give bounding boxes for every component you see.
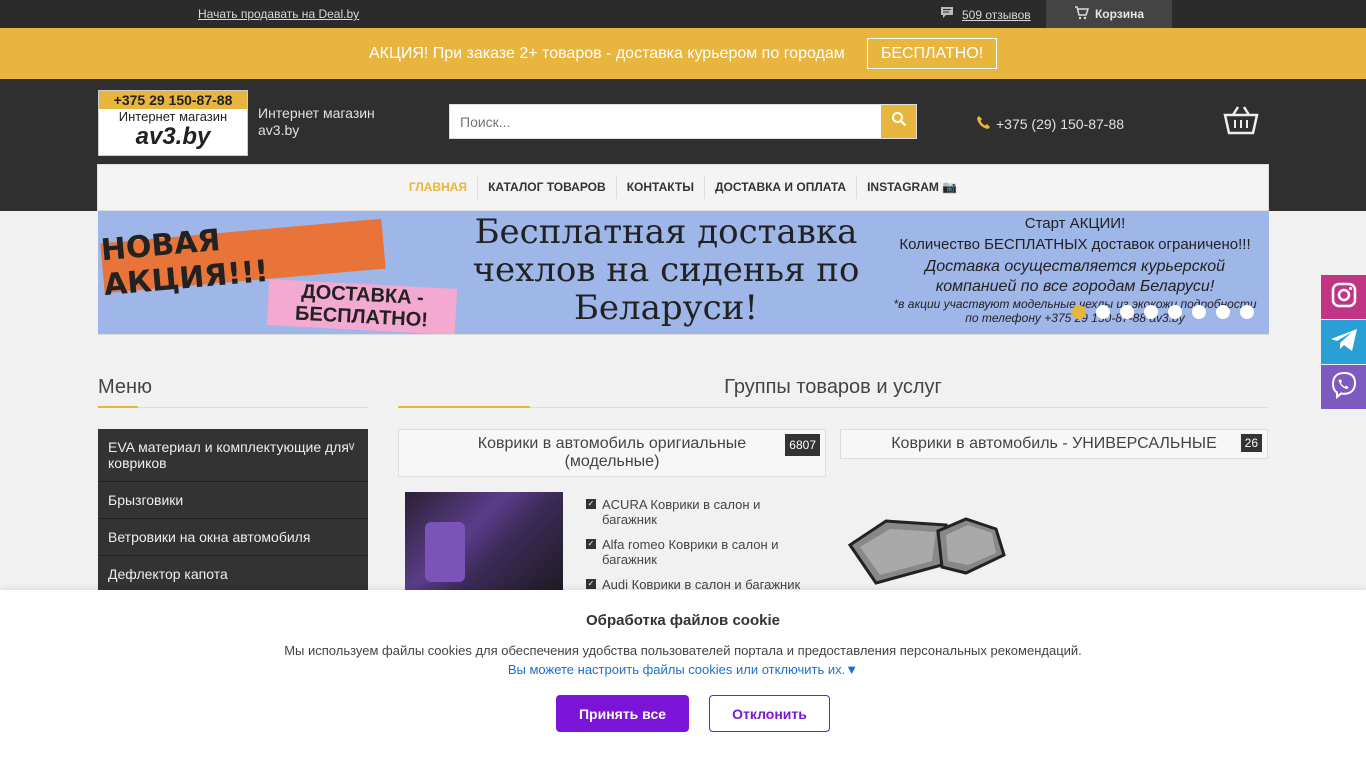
brand-item[interactable]: ✓ ACURA Коврики в салон и багажник	[586, 497, 816, 527]
banner-courier: Доставка осуществляется курьерской компа…	[924, 258, 1226, 295]
promo-strip: АКЦИЯ! При заказе 2+ товаров - доставка …	[0, 28, 1366, 79]
viber-button[interactable]	[1321, 365, 1366, 409]
search-box	[449, 104, 917, 139]
accept-all-button[interactable]: Принять все	[556, 695, 689, 732]
decline-button[interactable]: Отклонить	[709, 695, 830, 732]
cookie-description: Мы используем файлы cookies для обеспече…	[284, 643, 1082, 658]
cookie-banner: Обработка файлов cookie Мы используем фа…	[0, 590, 1366, 768]
promo-text: АКЦИЯ! При заказе 2+ товаров - доставка …	[369, 45, 845, 62]
brand-label: Alfa romeo Коврики в салон и багажник	[602, 537, 779, 567]
universal-mats-image[interactable]	[846, 515, 1008, 592]
menu-item[interactable]: Брызговики	[98, 482, 368, 519]
cookie-settings-link[interactable]: Вы можете настроить файлы cookies или от…	[0, 662, 1366, 677]
menu-item[interactable]: Дефлектор капота	[98, 556, 368, 593]
basket-icon	[1223, 106, 1259, 139]
brand-list: ✓ ACURA Коврики в салон и багажник ✓ Alf…	[586, 497, 816, 602]
logo-phone: +375 29 150-87-88	[99, 91, 247, 109]
slider-dot[interactable]	[1096, 305, 1110, 319]
banner-headline: Бесплатная доставка чехлов на сиденья по…	[472, 212, 860, 328]
search-input[interactable]	[450, 105, 880, 138]
group-card-title: Коврики в автомобиль оригиальные (модель…	[477, 435, 747, 470]
search-icon	[891, 111, 907, 132]
menu-item[interactable]: EVA материал и комплектующие для коврико…	[98, 429, 368, 482]
menu-item-label: Брызговики	[108, 492, 184, 508]
slider-dots	[1072, 305, 1254, 319]
slider-dot[interactable]	[1216, 305, 1230, 319]
search-button[interactable]	[881, 105, 916, 138]
instagram-button[interactable]	[1321, 275, 1366, 319]
viber-icon	[1330, 371, 1358, 404]
header-phone-number: +375 (29) 150-87-88	[996, 116, 1125, 132]
slider-dot[interactable]	[1168, 305, 1182, 319]
telegram-button[interactable]	[1321, 320, 1366, 364]
phone-icon	[976, 115, 991, 133]
checkbox-icon: ✓	[586, 579, 596, 589]
logo[interactable]: +375 29 150-87-88 Интернет магазин av3.b…	[98, 90, 248, 156]
shop-name: Интернет магазин av3.by	[258, 105, 375, 138]
promo-free-button[interactable]: БЕСПЛАТНО!	[867, 38, 997, 69]
comment-icon	[940, 6, 954, 23]
slider-dot[interactable]	[1072, 305, 1086, 319]
top-bar: Начать продавать на Deal.by 509 отзывов …	[0, 0, 1366, 28]
groups-title: Группы товаров и услуг	[724, 376, 942, 398]
menu-item[interactable]: Ветровики на окна автомобиля	[98, 519, 368, 556]
groups-title-divider	[398, 406, 1268, 408]
slider-dot[interactable]	[1144, 305, 1158, 319]
main-nav: ГЛАВНАЯ КАТАЛОГ ТОВАРОВ КОНТАКТЫ ДОСТАВК…	[97, 164, 1269, 211]
nav-instagram[interactable]: INSTAGRAM 📷	[857, 176, 967, 199]
group-count-badge: 26	[1240, 434, 1262, 452]
car-mat-photo[interactable]	[405, 492, 563, 592]
group-card-title: Коврики в автомобиль - УНИВЕРСАЛЬНЫЕ	[891, 435, 1217, 452]
banner-limited: Количество БЕСПЛАТНЫХ доставок ограничен…	[899, 236, 1251, 253]
brand-item[interactable]: ✓ Alfa romeo Коврики в салон и багажник	[586, 537, 816, 567]
nav-delivery[interactable]: ДОСТАВКА И ОПЛАТА	[705, 176, 858, 199]
social-buttons	[1321, 275, 1366, 410]
sell-on-dealby-link[interactable]: Начать продавать на Deal.by	[198, 7, 359, 21]
menu-title-divider	[98, 406, 368, 408]
checkbox-icon: ✓	[586, 499, 596, 509]
logo-line1: Интернет магазин	[118, 109, 228, 124]
menu-item-label: Дефлектор капота	[108, 566, 228, 582]
logo-line2: av3.by	[135, 123, 211, 150]
brand-label: ACURA Коврики в салон и багажник	[602, 497, 761, 527]
slider-dot[interactable]	[1240, 305, 1254, 319]
cart-label: Корзина	[1094, 7, 1145, 21]
checkbox-icon: ✓	[586, 539, 596, 549]
nav-home[interactable]: ГЛАВНАЯ	[399, 176, 479, 199]
instagram-icon	[1331, 282, 1357, 313]
nav-contacts[interactable]: КОНТАКТЫ	[617, 176, 705, 199]
cart-button[interactable]: Корзина	[1046, 0, 1172, 28]
group-card-universal-mats[interactable]: Коврики в автомобиль - УНИВЕРСАЛЬНЫЕ 26	[840, 429, 1268, 459]
group-card-original-mats[interactable]: Коврики в автомобиль оригиальные (модель…	[398, 429, 826, 477]
basket-button[interactable]	[1223, 105, 1259, 140]
slider-dot[interactable]	[1192, 305, 1206, 319]
menu-item-label: EVA материал и комплектующие для коврико…	[108, 439, 349, 471]
chevron-down-icon[interactable]: ∨	[347, 439, 356, 453]
category-menu: EVA материал и комплектующие для коврико…	[98, 429, 368, 593]
menu-item-label: Ветровики на окна автомобиля	[108, 529, 311, 545]
nav-catalog[interactable]: КАТАЛОГ ТОВАРОВ	[478, 176, 617, 199]
cookie-title: Обработка файлов cookie	[586, 612, 780, 629]
reviews-link[interactable]: 509 отзывов	[940, 6, 1031, 23]
reviews-label: 509 отзывов	[962, 7, 1031, 22]
promo-banner[interactable]: НОВАЯ АКЦИЯ!!! ДОСТАВКА - БЕСПЛАТНО! Бес…	[98, 211, 1269, 335]
banner-badge-free: ДОСТАВКА - БЕСПЛАТНО!	[266, 279, 458, 334]
telegram-icon	[1330, 328, 1358, 357]
cart-icon	[1074, 5, 1089, 23]
group-count-badge: 6807	[785, 434, 820, 456]
slider-dot[interactable]	[1120, 305, 1134, 319]
menu-title: Меню	[98, 376, 153, 398]
banner-start: Старт АКЦИИ!	[1024, 215, 1126, 232]
header-phone[interactable]: +375 (29) 150-87-88	[976, 115, 1124, 133]
